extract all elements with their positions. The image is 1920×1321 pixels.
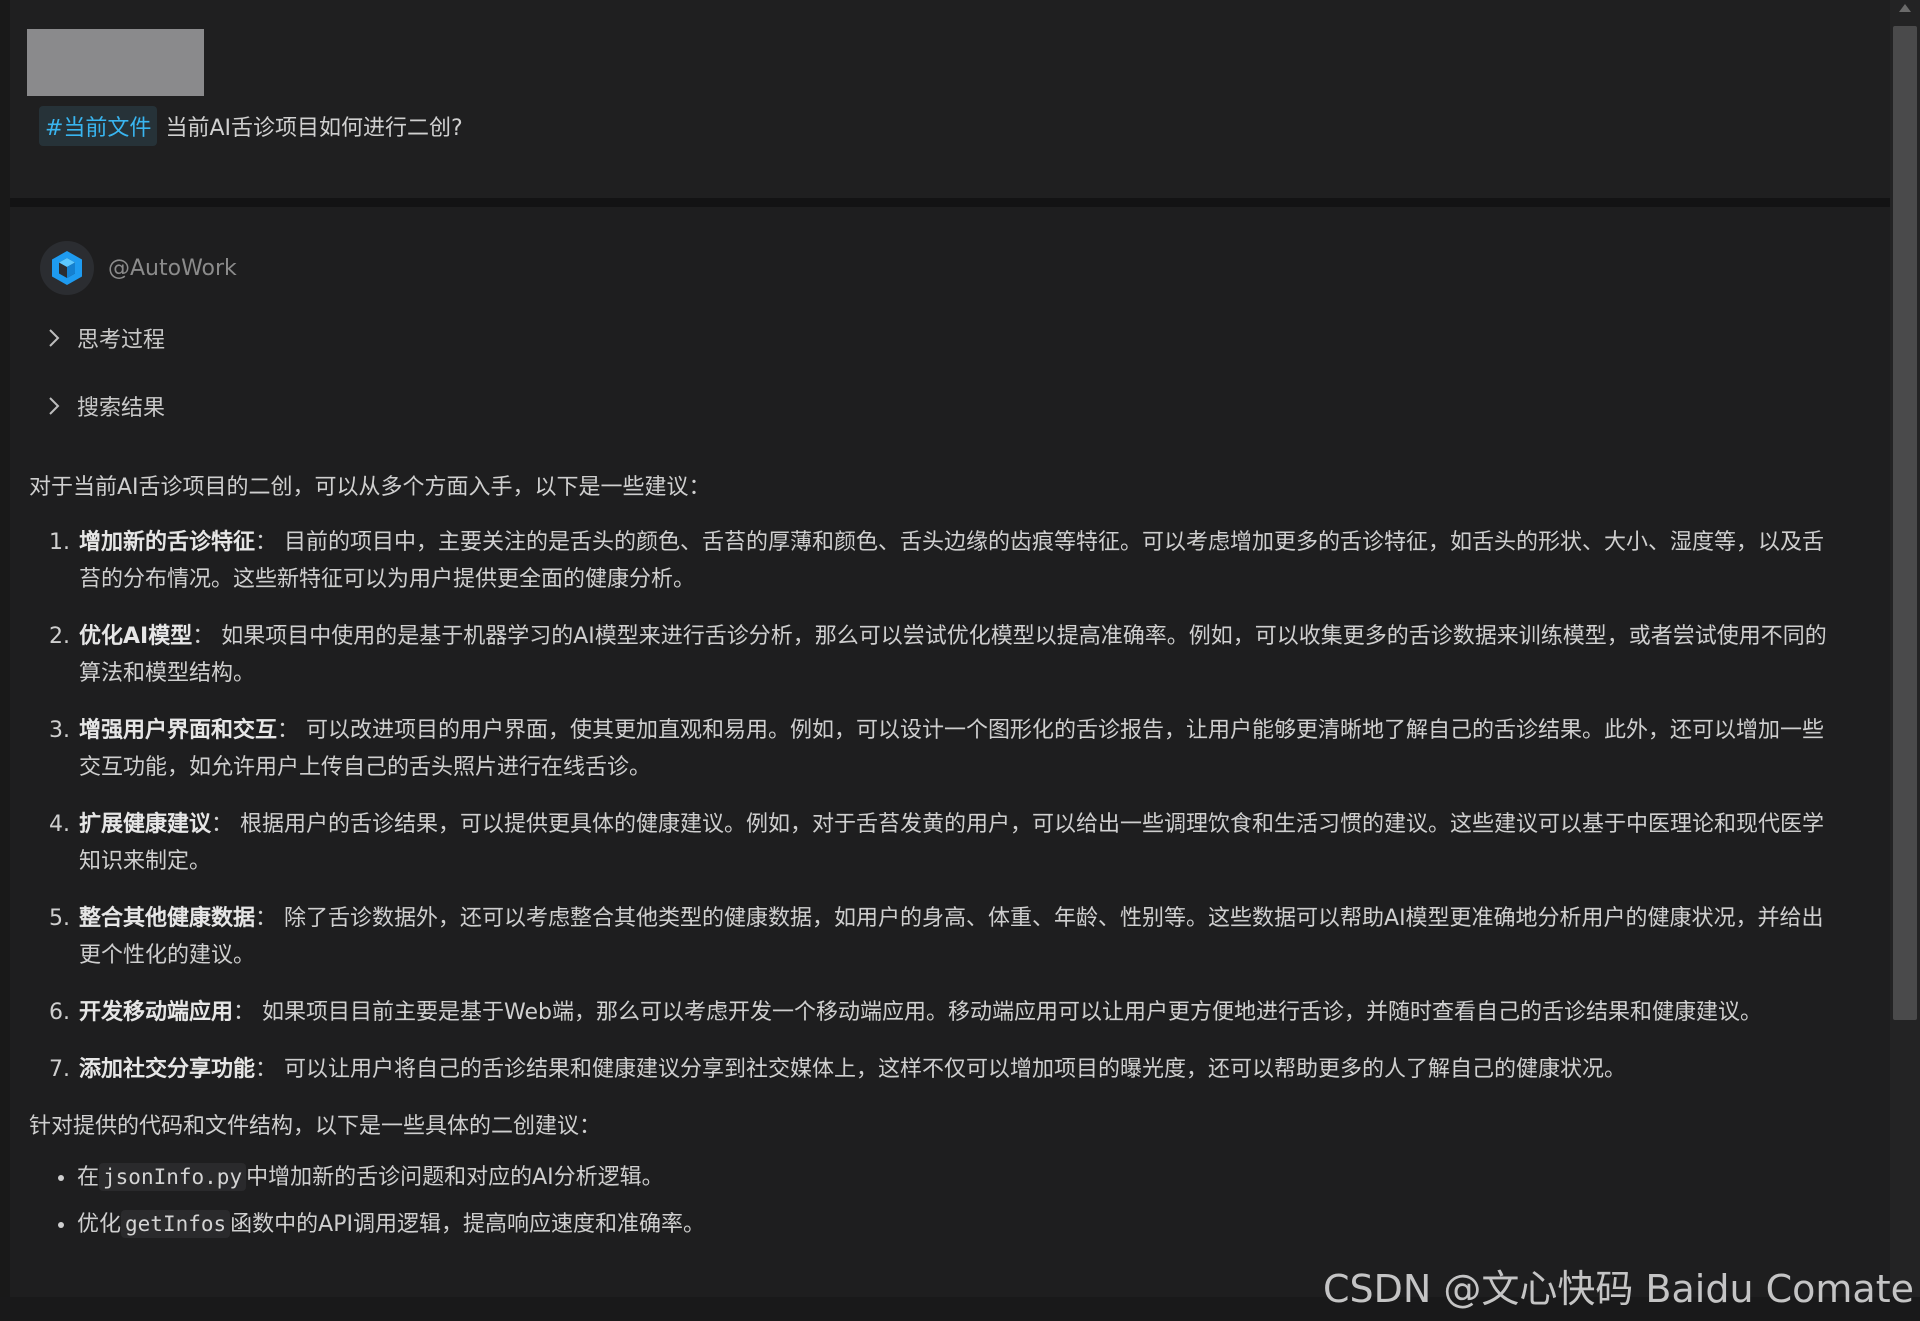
message-divider — [10, 198, 1890, 207]
item-title: 扩展健康建议 — [79, 812, 212, 837]
autowork-logo-icon — [40, 241, 94, 295]
chat-panel: #当前文件 当前AI舌诊项目如何进行二创? @AutoWork 思考过程 搜索结… — [0, 0, 1920, 1321]
search-results-label: 搜索结果 — [77, 396, 166, 421]
bullet-prefix: 优化 — [77, 1212, 122, 1237]
vertical-scrollbar[interactable] — [1890, 0, 1920, 1321]
bullet-prefix: 在 — [77, 1165, 100, 1190]
item-text: ： 根据用户的舌诊结果，可以提供更具体的健康建议。例如，对于舌苔发黄的用户，可以… — [79, 812, 1825, 874]
thinking-process-label: 思考过程 — [77, 328, 166, 353]
item-title: 增强用户界面和交互 — [79, 718, 278, 743]
item-text: ： 可以让用户将自己的舌诊结果和健康建议分享到社交媒体上，这样不仅可以增加项目的… — [255, 1057, 1627, 1082]
response-intro: 对于当前AI舌诊项目的二创，可以从多个方面入手，以下是一些建议： — [29, 475, 711, 500]
item-title: 添加社交分享功能 — [79, 1057, 256, 1082]
item-text: ： 目前的项目中，主要关注的是舌头的颜色、舌苔的厚薄和颜色、舌头边缘的齿痕等特征… — [79, 530, 1825, 592]
thinking-process-toggle[interactable]: 思考过程 — [43, 322, 165, 354]
scroll-up-arrow-icon[interactable] — [1899, 4, 1911, 12]
item-title: 整合其他健康数据 — [79, 906, 256, 931]
item-text: ： 如果项目目前主要是基于Web端，那么可以考虑开发一个移动端应用。移动端应用可… — [233, 1000, 1762, 1025]
assistant-response: 对于当前AI舌诊项目的二创，可以从多个方面入手，以下是一些建议： 增加新的舌诊特… — [29, 469, 1839, 1253]
search-results-toggle[interactable]: 搜索结果 — [43, 390, 165, 422]
chevron-right-icon — [49, 329, 60, 347]
code-suggestion-list: 在jsonInfo.py中增加新的舌诊问题和对应的AI分析逻辑。 优化getIn… — [29, 1159, 1839, 1243]
user-message-block: #当前文件 当前AI舌诊项目如何进行二创? — [10, 0, 1890, 198]
scrollbar-thumb[interactable] — [1893, 26, 1917, 1020]
list-item: 开发移动端应用： 如果项目目前主要是基于Web端，那么可以考虑开发一个移动端应用… — [77, 994, 1839, 1031]
item-text: ： 如果项目中使用的是基于机器学习的AI模型来进行舌诊分析，那么可以尝试优化模型… — [79, 624, 1827, 686]
user-avatar — [27, 29, 204, 96]
list-item: 增强用户界面和交互： 可以改进项目的用户界面，使其更加直观和易用。例如，可以设计… — [77, 712, 1839, 786]
user-message-text: 当前AI舌诊项目如何进行二创? — [165, 116, 463, 141]
item-text: ： 可以改进项目的用户界面，使其更加直观和易用。例如，可以设计一个图形化的舌诊报… — [79, 718, 1825, 780]
response-outro: 针对提供的代码和文件结构，以下是一些具体的二创建议： — [29, 1114, 602, 1139]
list-item: 在jsonInfo.py中增加新的舌诊问题和对应的AI分析逻辑。 — [77, 1159, 1839, 1196]
assistant-header: @AutoWork — [40, 241, 237, 295]
assistant-name: @AutoWork — [108, 255, 237, 281]
chevron-right-icon — [49, 397, 60, 415]
item-text: ： 除了舌诊数据外，还可以考虑整合其他类型的健康数据，如用户的身高、体重、年龄、… — [79, 906, 1824, 968]
list-item: 增加新的舌诊特征： 目前的项目中，主要关注的是舌头的颜色、舌苔的厚薄和颜色、舌头… — [77, 524, 1839, 598]
item-title: 优化AI模型 — [79, 624, 193, 649]
user-message: #当前文件 当前AI舌诊项目如何进行二创? — [39, 106, 463, 146]
bullet-suffix: 中增加新的舌诊问题和对应的AI分析逻辑。 — [246, 1165, 664, 1190]
item-title: 开发移动端应用 — [79, 1000, 234, 1025]
left-gutter — [0, 0, 10, 1321]
current-file-tag[interactable]: #当前文件 — [39, 106, 158, 146]
watermark: CSDN @文心快码 Baidu Comate — [1322, 1267, 1914, 1311]
list-item: 添加社交分享功能： 可以让用户将自己的舌诊结果和健康建议分享到社交媒体上，这样不… — [77, 1051, 1839, 1088]
inline-code: jsonInfo.py — [99, 1163, 247, 1191]
list-item: 扩展健康建议： 根据用户的舌诊结果，可以提供更具体的健康建议。例如，对于舌苔发黄… — [77, 806, 1839, 880]
list-item: 优化getInfos函数中的API调用逻辑，提高响应速度和准确率。 — [77, 1206, 1839, 1243]
suggestion-list: 增加新的舌诊特征： 目前的项目中，主要关注的是舌头的颜色、舌苔的厚薄和颜色、舌头… — [29, 524, 1839, 1088]
bullet-suffix: 函数中的API调用逻辑，提高响应速度和准确率。 — [230, 1212, 705, 1237]
list-item: 整合其他健康数据： 除了舌诊数据外，还可以考虑整合其他类型的健康数据，如用户的身… — [77, 900, 1839, 974]
list-item: 优化AI模型： 如果项目中使用的是基于机器学习的AI模型来进行舌诊分析，那么可以… — [77, 618, 1839, 692]
item-title: 增加新的舌诊特征 — [79, 530, 256, 555]
inline-code: getInfos — [121, 1210, 231, 1238]
